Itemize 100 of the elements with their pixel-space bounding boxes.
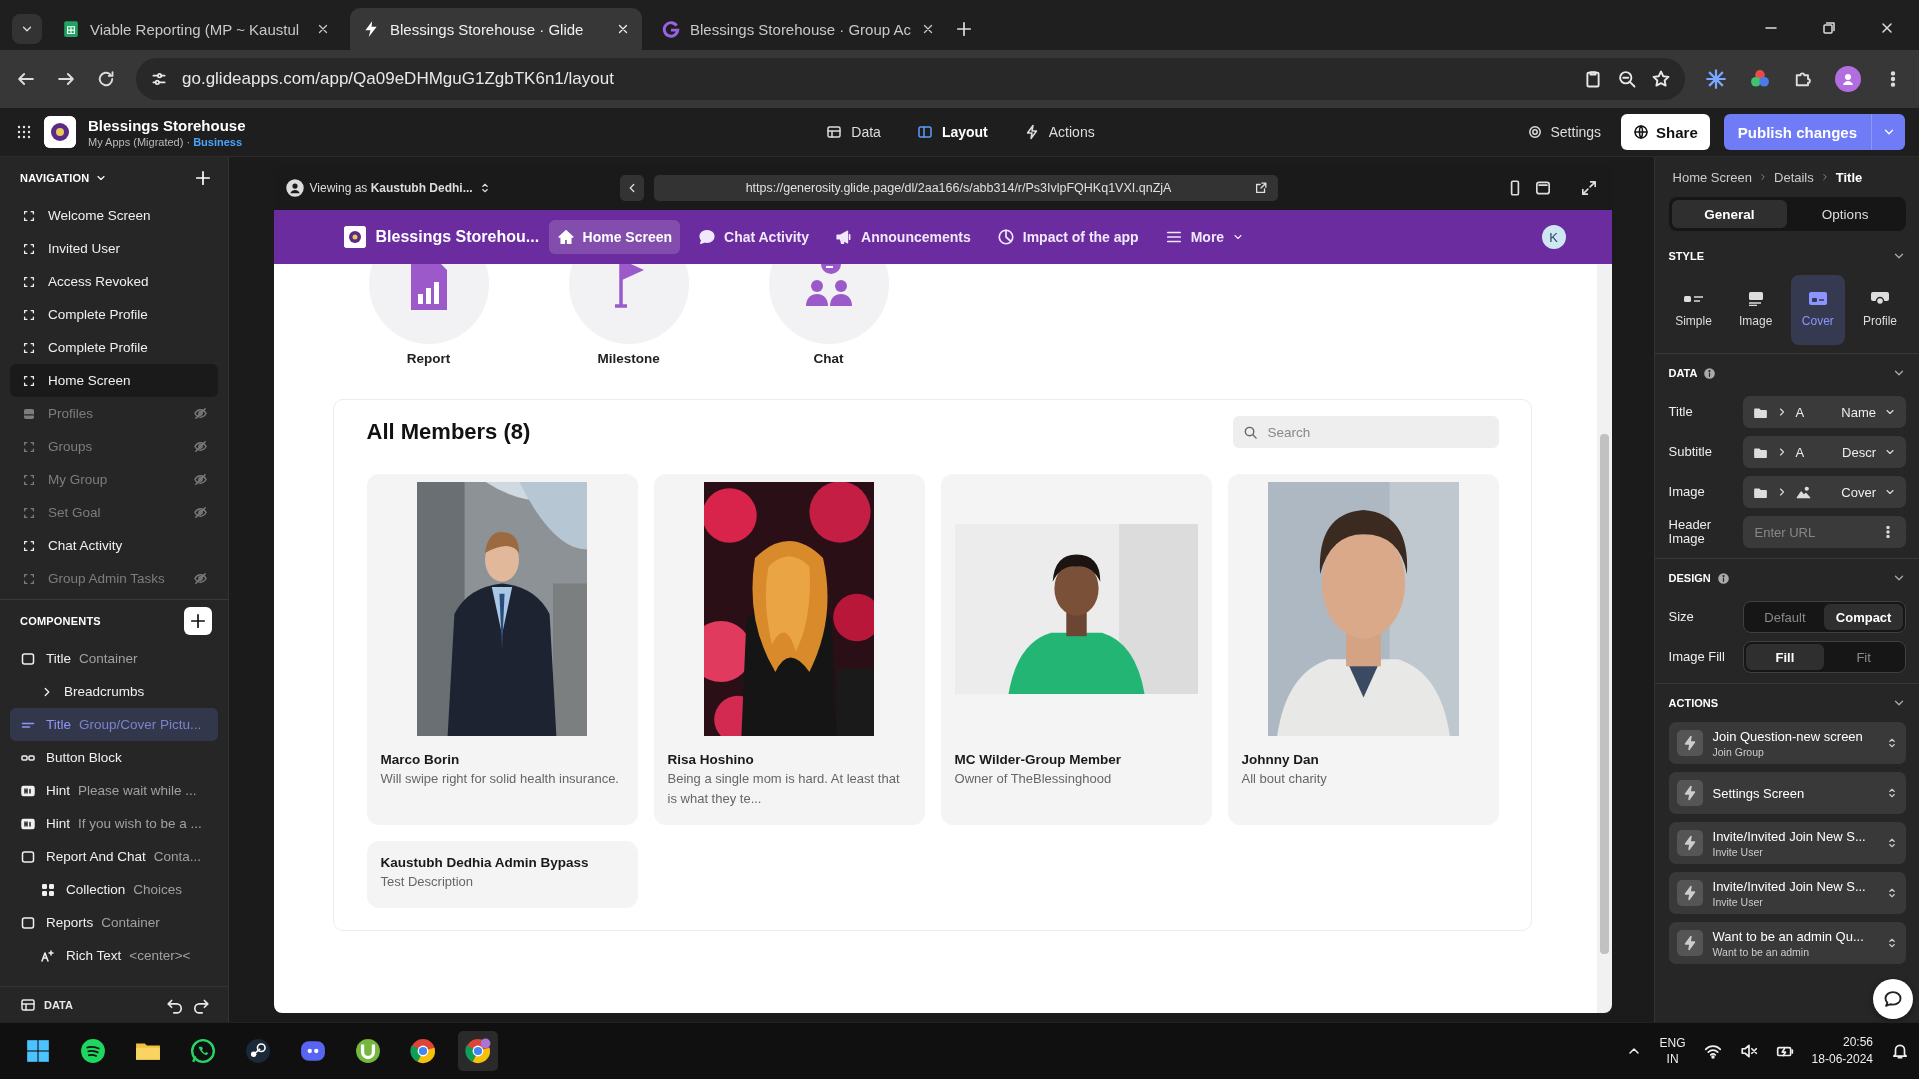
breadcrumb[interactable]: Home Screen — [1672, 169, 1752, 185]
member-card[interactable]: Marco Borin Will swipe right for solid health insurance. — [366, 474, 638, 825]
segment-option[interactable]: Default — [1745, 604, 1825, 630]
game-store-icon[interactable] — [245, 1038, 271, 1064]
back-button[interactable] — [619, 174, 644, 201]
close-icon[interactable] — [1879, 20, 1895, 36]
music-app-icon[interactable] — [80, 1038, 106, 1064]
member-card[interactable]: Johnny Dan All bout charity — [1227, 474, 1499, 825]
style-option[interactable]: Cover — [1790, 275, 1845, 345]
screen-item[interactable]: Set Goal — [10, 496, 218, 529]
region-label[interactable]: IN — [1659, 1051, 1686, 1067]
add-component-button[interactable] — [183, 607, 212, 635]
component-item[interactable]: Rich Text <center>< — [10, 939, 218, 972]
builder-tab[interactable]: Data — [822, 118, 885, 146]
browser-tab[interactable]: Viable Reporting (MP ~ Kaustul — [50, 8, 342, 50]
chat-app-icon[interactable] — [190, 1038, 216, 1064]
language-label[interactable]: ENG — [1659, 1035, 1686, 1051]
add-icon[interactable] — [193, 169, 212, 187]
preview-url-field[interactable]: https://generosity.glide.page/dl/2aa166/s/abb314/r/Ps3IvlpFQHKq1VXI.qnZjA — [653, 174, 1278, 201]
column-picker[interactable]: A Name — [1742, 396, 1906, 428]
screen-item[interactable]: Invited User — [10, 232, 218, 265]
screen-item[interactable]: Welcome Screen — [10, 199, 218, 232]
component-item[interactable]: Title Group/Cover Pictu... — [10, 708, 218, 741]
settings-button[interactable]: Settings — [1526, 124, 1602, 140]
restore-icon[interactable] — [1821, 20, 1837, 36]
nav-tab[interactable]: Home Screen — [548, 220, 680, 254]
browser-icon[interactable] — [465, 1038, 491, 1064]
user-avatar[interactable]: K — [1541, 225, 1566, 249]
segment-option[interactable]: Compact — [1824, 604, 1903, 630]
inspector-tab[interactable]: General — [1671, 200, 1788, 228]
expand-icon[interactable] — [1579, 178, 1598, 197]
action-item[interactable]: Join Question-new screen Join Group — [1668, 722, 1906, 764]
action-item[interactable]: Want to be an admin Qu... Want to be an admin — [1668, 922, 1906, 964]
screen-item[interactable]: Profiles — [10, 397, 218, 430]
browser-tab[interactable]: Blessings Storehouse · Group Ac — [650, 8, 947, 50]
site-settings-icon[interactable] — [150, 70, 168, 88]
clock-time[interactable]: 20:56 — [1811, 1034, 1873, 1051]
style-option[interactable]: Profile — [1853, 275, 1907, 345]
url-field[interactable]: Enter URL — [1742, 516, 1906, 548]
component-item[interactable]: Hint Please wait while ... — [10, 774, 218, 807]
member-card[interactable]: Kaustubh Dedhia Admin Bypass Test Description — [366, 841, 638, 908]
new-tab-icon[interactable] — [954, 20, 973, 38]
zoom-icon[interactable] — [1617, 69, 1637, 89]
external-link-icon[interactable] — [1253, 180, 1268, 195]
column-picker[interactable]: Cover — [1742, 476, 1906, 508]
bookmark-star-icon[interactable] — [1651, 69, 1671, 89]
share-button[interactable]: Share — [1621, 114, 1710, 150]
muted-speaker-icon[interactable] — [1739, 1042, 1758, 1060]
style-option[interactable]: Simple — [1666, 275, 1721, 345]
sparkle-icon[interactable] — [1705, 68, 1727, 90]
chat-button[interactable] — [1873, 979, 1913, 1019]
url-input[interactable]: Enter URL — [1752, 523, 1872, 541]
component-item[interactable]: Button Block — [10, 741, 218, 774]
screen-item[interactable]: My Group — [10, 463, 218, 496]
address-bar[interactable]: go.glideapps.com/app/Qa09eDHMguG1ZgbTK6n1/layout — [136, 58, 1685, 100]
close-icon[interactable] — [616, 22, 630, 36]
nav-tab[interactable]: More — [1156, 220, 1253, 254]
component-item[interactable]: Report And Chat Conta... — [10, 840, 218, 873]
member-card[interactable]: MC Wilder-Group Member Owner of TheBlessinghood — [940, 474, 1212, 825]
style-option[interactable]: Image — [1728, 275, 1783, 345]
nav-tab[interactable]: Announcements — [827, 220, 979, 254]
builder-tab[interactable]: Actions — [1019, 118, 1099, 146]
breadcrumb[interactable]: Details — [1774, 169, 1814, 185]
screen-item[interactable]: Home Screen — [10, 364, 218, 397]
screen-item[interactable]: Groups — [10, 430, 218, 463]
browser-icon[interactable] — [410, 1038, 436, 1064]
extensions-icon[interactable] — [1793, 69, 1813, 89]
wifi-icon[interactable] — [1703, 1042, 1722, 1060]
apps-grid-icon[interactable] — [16, 124, 32, 140]
screen-item[interactable]: Access Revoked — [10, 265, 218, 298]
inspector-tab[interactable]: Options — [1787, 200, 1903, 228]
search-field[interactable]: Search — [1232, 416, 1499, 448]
clock-date[interactable]: 18-06-2024 — [1811, 1051, 1873, 1068]
browser-tab[interactable]: Blessings Storehouse · Glide — [350, 8, 642, 50]
column-picker[interactable]: A Descr — [1742, 436, 1906, 468]
builder-tab[interactable]: Layout — [912, 118, 992, 146]
component-item[interactable]: Title Container — [10, 642, 218, 675]
torrent-icon[interactable] — [355, 1038, 381, 1064]
action-item[interactable]: Invite/Invited Join New S... Invite User — [1668, 872, 1906, 914]
screen-item[interactable]: Group Admin Tasks — [10, 562, 218, 595]
screen-item[interactable]: Complete Profile — [10, 331, 218, 364]
close-icon[interactable] — [316, 22, 330, 36]
reload-icon[interactable] — [96, 69, 116, 89]
clipboard-icon[interactable] — [1583, 69, 1603, 89]
component-item[interactable]: Collection Choices — [10, 873, 218, 906]
data-label[interactable]: DATA — [44, 998, 73, 1011]
component-item[interactable]: Reports Container — [10, 906, 218, 939]
action-item[interactable]: Invite/Invited Join New S... Invite User — [1668, 822, 1906, 864]
nav-tab[interactable]: Chat Activity — [690, 220, 818, 254]
action-item[interactable]: Settings Screen — [1668, 772, 1906, 814]
screen-item[interactable]: Complete Profile — [10, 298, 218, 331]
notification-icon[interactable] — [1891, 1042, 1909, 1060]
profile-avatar[interactable] — [1835, 66, 1861, 92]
tab-search-button[interactable] — [12, 14, 42, 44]
segment-option[interactable]: Fit — [1824, 644, 1903, 670]
segment-option[interactable]: Fill — [1745, 644, 1825, 670]
start-icon[interactable] — [25, 1038, 51, 1064]
component-item[interactable]: Breadcrumbs — [10, 675, 218, 708]
screen-item[interactable]: Chat Activity — [10, 529, 218, 562]
search-input[interactable]: Search — [1265, 423, 1489, 441]
